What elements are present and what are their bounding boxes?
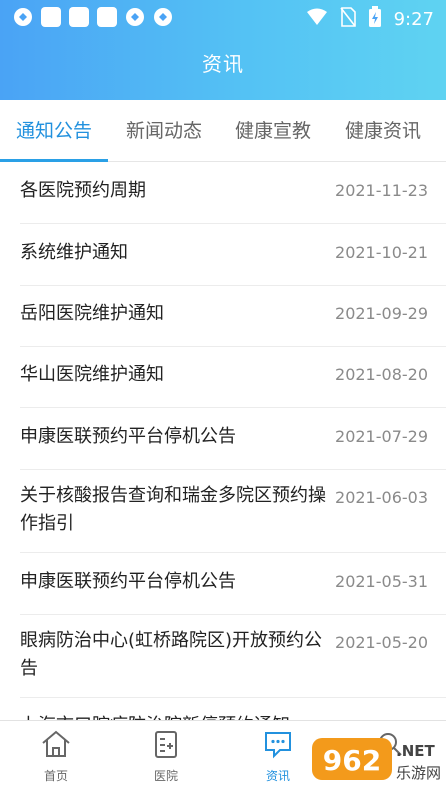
hospital-icon [150,731,182,763]
list-item[interactable]: 申康医联预约平台停机公告 2021-07-29 [0,408,446,469]
notice-date: 2021-10-21 [335,243,428,262]
system-status: 9:27 [306,6,434,32]
clock: 9:27 [393,8,434,30]
nav-news[interactable]: 资讯 [238,729,318,784]
app-notification-icon [40,6,62,28]
notice-title: 申康医联预约平台停机公告 [20,426,236,447]
notice-title: 各医院预约周期 [20,180,146,201]
category-tabs: 通知公告 新闻动态 健康宣教 健康资讯 [0,100,446,162]
list-item[interactable]: 上海市口腔病防治院新停预约通知 [0,698,446,720]
notice-title: 岳阳医院维护通知 [20,303,164,324]
notice-title: 上海市口腔病防治院新停预约通知 [20,712,330,720]
notice-date: 2021-06-03 [335,488,428,507]
news-icon [262,732,294,763]
nav-hospital[interactable]: 医院 [126,729,206,784]
notice-date: 2021-08-20 [335,365,428,384]
app-header: 9:27 资讯 [0,0,446,100]
list-item[interactable]: 各医院预约周期 2021-11-23 [0,162,446,223]
notification-icons [12,6,174,28]
no-sim-icon [339,7,356,31]
app-notification-icon [68,6,90,28]
notice-title: 眼病防治中心(虹桥路院区)开放预约公告 [20,630,323,679]
watermark-sub: 乐游网 [396,764,441,782]
wifi-icon [306,8,328,30]
sync-icon [124,6,146,28]
list-item[interactable]: 系统维护通知 2021-10-21 [0,224,446,285]
status-bar: 9:27 [0,0,446,34]
nav-label: 首页 [43,769,68,783]
tab-news[interactable]: 新闻动态 [110,100,218,162]
nav-home[interactable]: 首页 [16,729,96,784]
notice-date: 2021-05-20 [335,633,428,652]
list-item[interactable]: 关于核酸报告查询和瑞金多院区预约操作指引 2021-06-03 [0,470,446,552]
notice-date: 2021-07-29 [335,427,428,446]
app-notification-icon [96,6,118,28]
nav-label: 资讯 [265,769,290,783]
notice-title: 关于核酸报告查询和瑞金多院区预约操作指引 [20,485,326,534]
list-item[interactable]: 申康医联预约平台停机公告 2021-05-31 [0,553,446,614]
watermark-number: 962 [323,744,381,777]
notice-title: 华山医院维护通知 [20,364,164,385]
page-title: 资讯 [202,52,244,76]
list-item[interactable]: 岳阳医院维护通知 2021-09-29 [0,286,446,347]
notice-title: 系统维护通知 [20,242,128,263]
notice-date: 2021-05-31 [335,572,428,591]
list-item[interactable]: 眼病防治中心(虹桥路院区)开放预约公告 2021-05-20 [0,615,446,697]
list-item[interactable]: 华山医院维护通知 2021-08-20 [0,347,446,408]
sync-icon [12,6,34,28]
watermark-logo: 962 .NET 乐游网 [310,732,442,788]
watermark-suffix: .NET [396,742,435,760]
notice-title: 申康医联预约平台停机公告 [20,571,236,592]
notice-date: 2021-11-23 [335,181,428,200]
sync-icon [152,6,174,28]
battery-icon [368,6,382,32]
home-icon [40,730,72,763]
tab-health-education[interactable]: 健康宣教 [218,100,328,162]
tab-notices[interactable]: 通知公告 [0,100,108,162]
nav-label: 医院 [153,769,178,783]
tab-health-info[interactable]: 健康资讯 [328,100,438,162]
notice-date: 2021-09-29 [335,304,428,323]
